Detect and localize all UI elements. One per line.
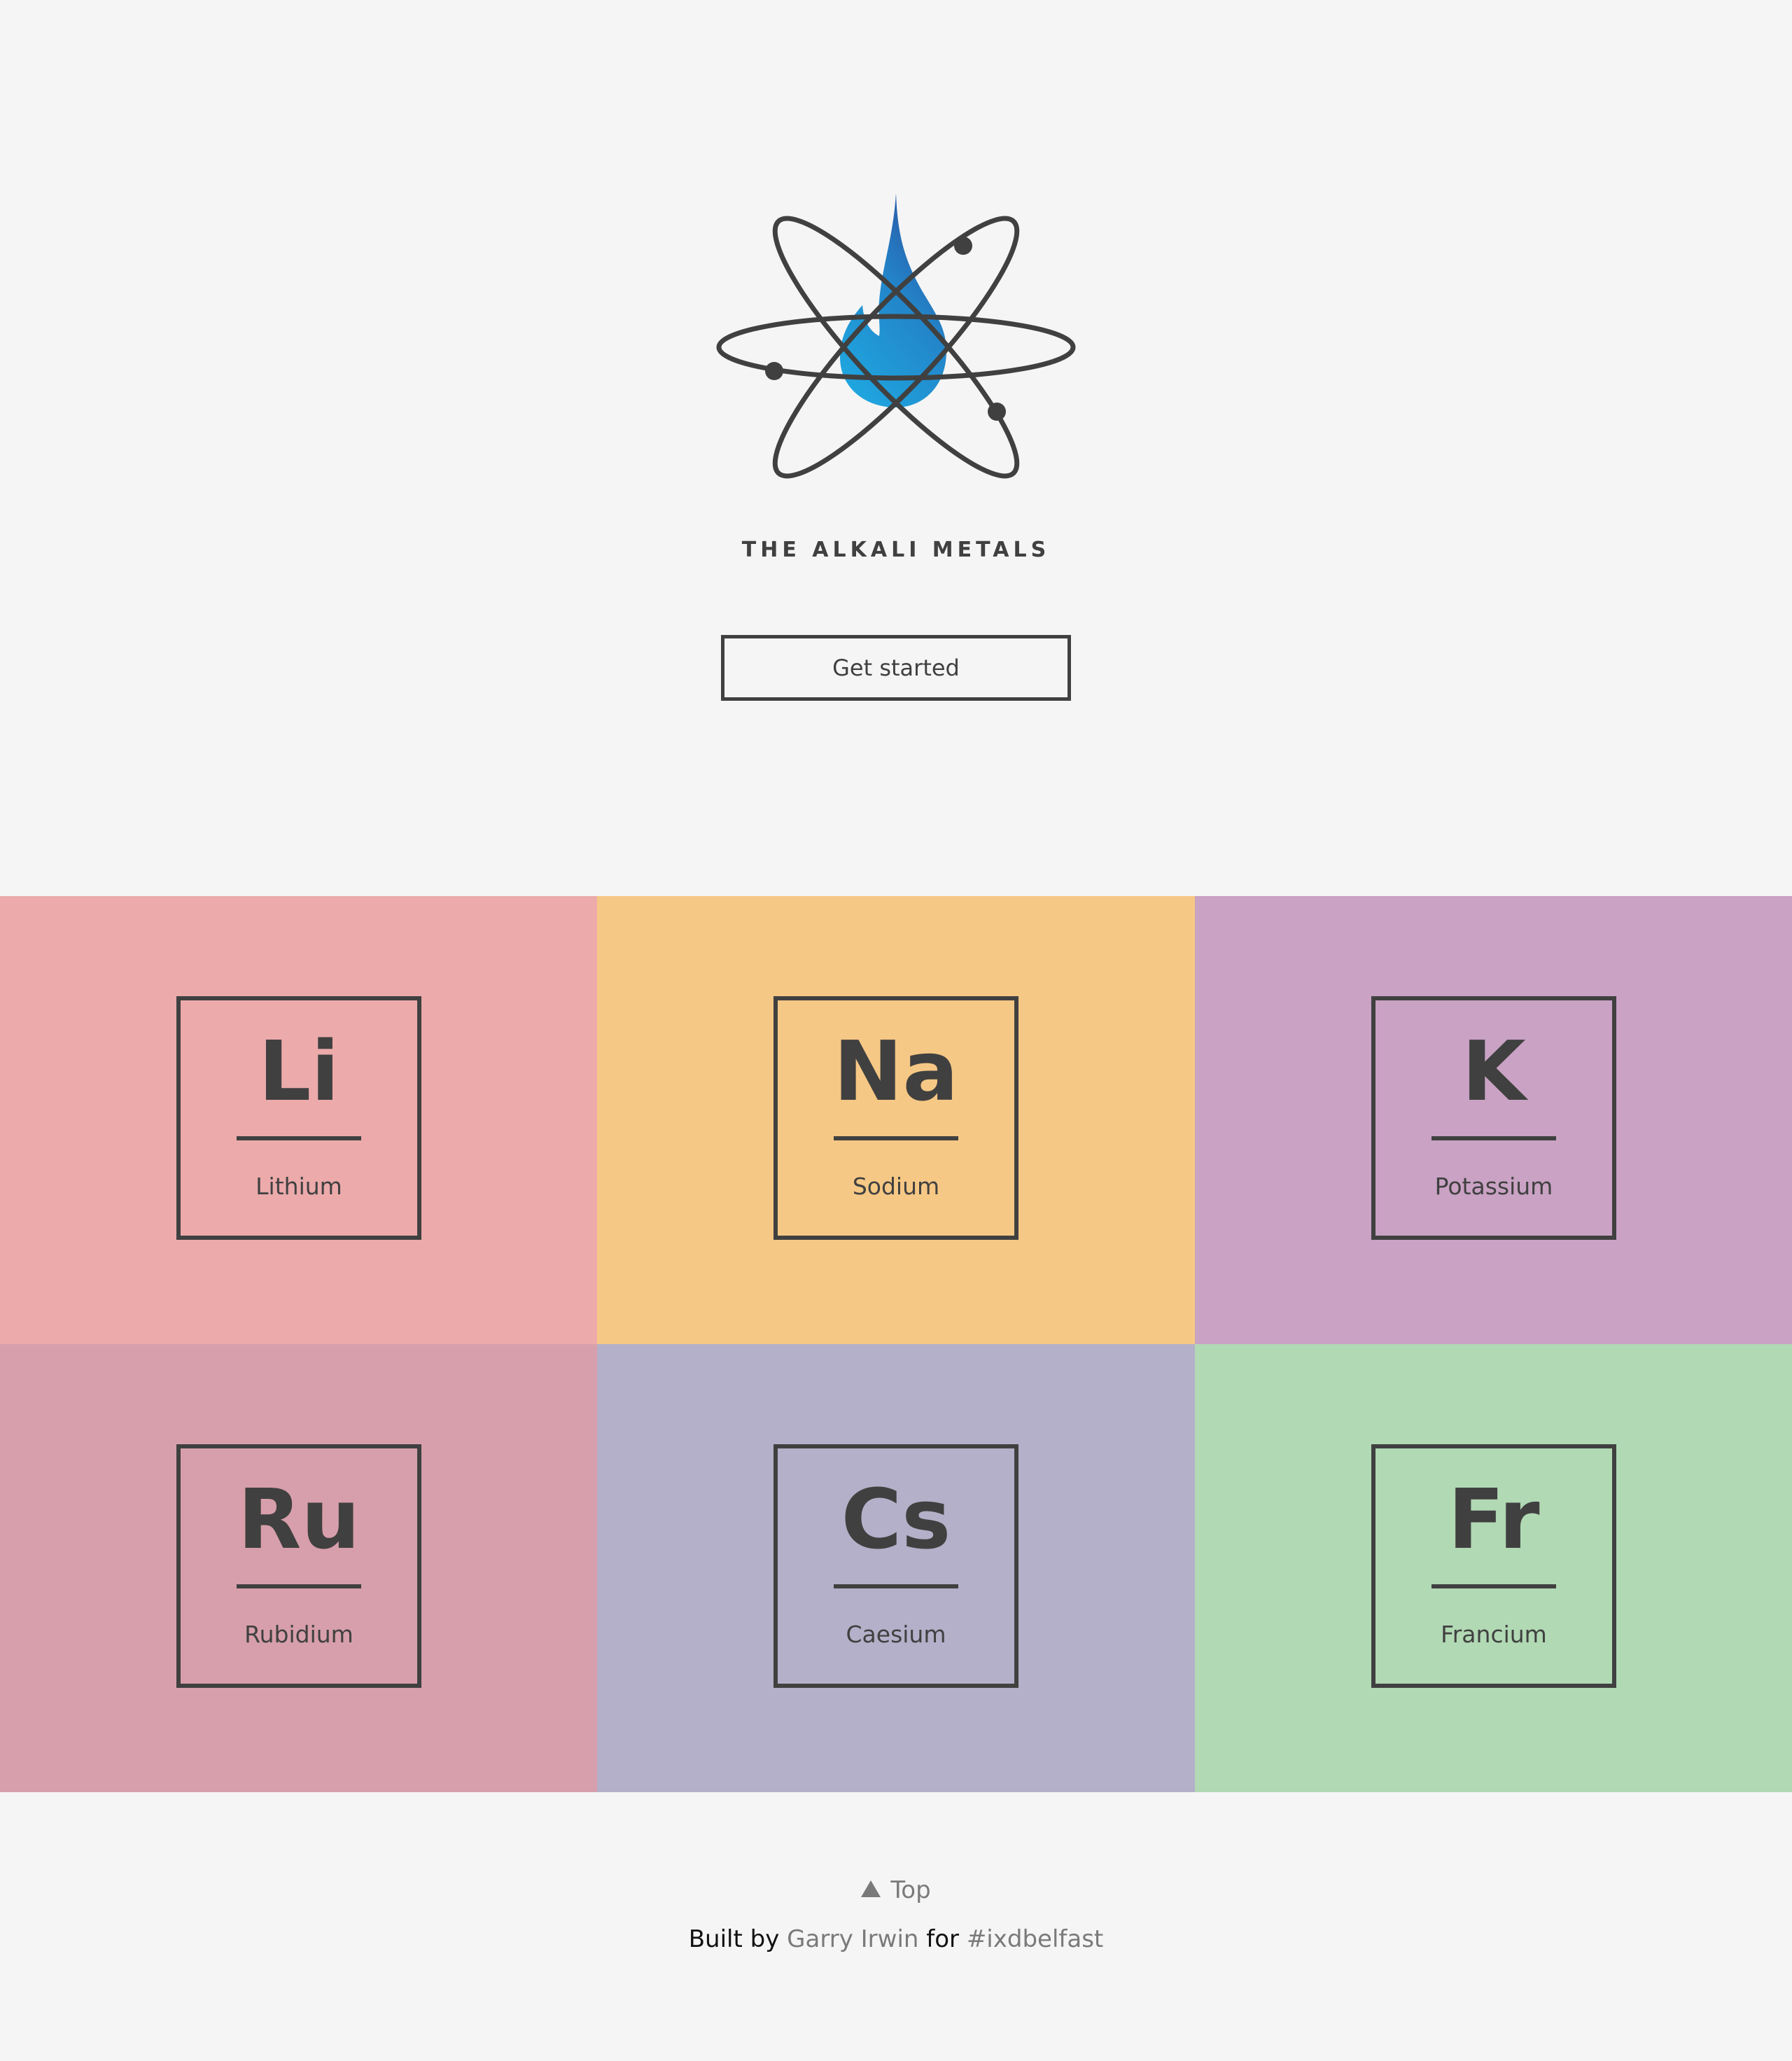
for-text: for bbox=[926, 1925, 959, 1953]
hashtag-link[interactable]: #ixdbelfast bbox=[967, 1925, 1103, 1953]
element-card-potassium[interactable]: K Potassium bbox=[1195, 896, 1792, 1344]
get-started-button[interactable]: Get started bbox=[721, 635, 1071, 701]
credits-line: Built by Garry Irwin for #ixdbelfast bbox=[0, 1925, 1792, 1953]
element-tile: Cs Caesium bbox=[774, 1444, 1018, 1688]
element-card-rubidium[interactable]: Ru Rubidium bbox=[0, 1344, 597, 1792]
footer: Top Built by Garry Irwin for #ixdbelfast bbox=[0, 1792, 1792, 2061]
element-symbol: Na bbox=[833, 1023, 959, 1119]
element-card-francium[interactable]: Fr Francium bbox=[1195, 1344, 1792, 1792]
divider bbox=[834, 1136, 958, 1140]
divider bbox=[1432, 1584, 1556, 1588]
element-grid: Li Lithium Na Sodium K Potassium Ru Rubi… bbox=[0, 896, 1792, 1792]
element-name: Sodium bbox=[852, 1173, 940, 1200]
triangle-up-icon bbox=[861, 1880, 881, 1897]
element-name: Caesium bbox=[846, 1621, 946, 1648]
element-tile: Fr Francium bbox=[1371, 1444, 1616, 1688]
element-tile: Li Lithium bbox=[176, 996, 421, 1240]
element-symbol: Fr bbox=[1448, 1471, 1540, 1567]
back-to-top: Top bbox=[0, 1876, 1792, 1904]
element-name: Lithium bbox=[255, 1173, 342, 1200]
divider bbox=[1432, 1136, 1556, 1140]
divider bbox=[834, 1584, 958, 1588]
hero-section: THE ALKALI METALS Get started bbox=[0, 0, 1792, 896]
element-symbol: Li bbox=[258, 1023, 340, 1119]
element-tile: Na Sodium bbox=[774, 996, 1018, 1240]
top-label: Top bbox=[890, 1876, 931, 1904]
element-name: Francium bbox=[1441, 1621, 1547, 1648]
element-tile: K Potassium bbox=[1371, 996, 1616, 1240]
element-symbol: Cs bbox=[841, 1471, 951, 1567]
element-card-lithium[interactable]: Li Lithium bbox=[0, 896, 597, 1344]
element-card-caesium[interactable]: Cs Caesium bbox=[597, 1344, 1195, 1792]
divider bbox=[237, 1136, 361, 1140]
element-tile: Ru Rubidium bbox=[176, 1444, 421, 1688]
element-name: Potassium bbox=[1434, 1173, 1553, 1200]
element-symbol: K bbox=[1462, 1023, 1526, 1119]
element-symbol: Ru bbox=[237, 1471, 360, 1567]
author-link[interactable]: Garry Irwin bbox=[787, 1925, 918, 1953]
back-to-top-link[interactable]: Top bbox=[861, 1876, 931, 1904]
built-by-text: Built by bbox=[688, 1925, 780, 1953]
divider bbox=[237, 1584, 361, 1588]
element-name: Rubidium bbox=[244, 1621, 354, 1648]
element-card-sodium[interactable]: Na Sodium bbox=[597, 896, 1195, 1344]
atom-flame-logo-icon bbox=[716, 193, 1076, 479]
site-title: THE ALKALI METALS bbox=[741, 538, 1051, 562]
